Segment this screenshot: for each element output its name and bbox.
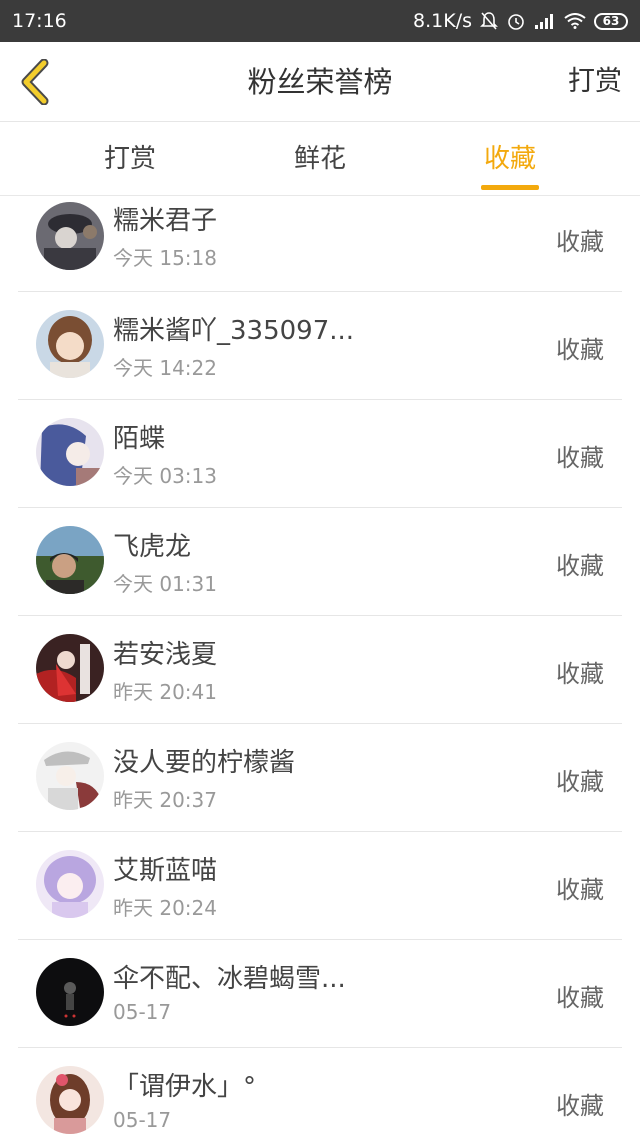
user-name: 没人要的柠檬酱 bbox=[113, 748, 296, 778]
list-item[interactable]: 「谓伊水」° 05-17 收藏 bbox=[18, 1048, 622, 1138]
avatar bbox=[36, 634, 104, 702]
status-icons: 8.1K/s 63 bbox=[413, 10, 628, 32]
user-name: 陌蝶 bbox=[113, 424, 166, 454]
list-item[interactable]: 陌蝶 今天 03:13 收藏 bbox=[18, 400, 622, 508]
status-time: 17:16 bbox=[12, 10, 67, 32]
user-name: 若安浅夏 bbox=[113, 640, 218, 670]
mute-bell-icon bbox=[480, 11, 498, 31]
timestamp: 05-17 bbox=[113, 1000, 172, 1024]
favorite-label: 收藏 bbox=[556, 876, 604, 904]
page-title: 粉丝荣誉榜 bbox=[247, 65, 393, 99]
avatar bbox=[36, 310, 104, 378]
wifi-icon bbox=[564, 13, 586, 29]
top-bar: 粉丝荣誉榜 打赏 bbox=[0, 42, 640, 122]
list-item[interactable]: 伞不配、冰碧蝎雪... 05-17 收藏 bbox=[18, 940, 622, 1048]
tab-flowers[interactable]: 鲜花 bbox=[260, 122, 380, 196]
favorite-label: 收藏 bbox=[556, 552, 604, 580]
battery-icon: 63 bbox=[594, 12, 628, 30]
avatar bbox=[36, 958, 104, 1026]
user-name: 伞不配、冰碧蝎雪... bbox=[113, 964, 346, 994]
list-item[interactable]: 若安浅夏 昨天 20:41 收藏 bbox=[18, 616, 622, 724]
fan-list: 糯米君子 今天 15:18 收藏 糯米酱吖_335097... 今天 14:22… bbox=[0, 196, 640, 1138]
list-item[interactable]: 糯米酱吖_335097... 今天 14:22 收藏 bbox=[18, 292, 622, 400]
avatar bbox=[36, 742, 104, 810]
list-item[interactable]: 没人要的柠檬酱 昨天 20:37 收藏 bbox=[18, 724, 622, 832]
timestamp: 今天 01:31 bbox=[113, 572, 217, 596]
avatar bbox=[36, 202, 104, 270]
chevron-left-icon bbox=[21, 59, 49, 105]
favorite-label: 收藏 bbox=[556, 228, 604, 256]
favorite-label: 收藏 bbox=[556, 660, 604, 688]
timestamp: 昨天 20:37 bbox=[113, 788, 217, 812]
reward-button[interactable]: 打赏 bbox=[568, 42, 622, 122]
favorite-label: 收藏 bbox=[556, 768, 604, 796]
status-bar: 17:16 8.1K/s 63 bbox=[0, 0, 640, 42]
avatar bbox=[36, 526, 104, 594]
user-name: 飞虎龙 bbox=[113, 532, 192, 562]
avatar bbox=[36, 1066, 104, 1134]
user-name: 糯米酱吖_335097... bbox=[113, 316, 355, 346]
back-button[interactable] bbox=[12, 56, 56, 108]
favorite-label: 收藏 bbox=[556, 444, 604, 472]
signal-icon bbox=[534, 13, 556, 29]
list-item[interactable]: 糯米君子 今天 15:18 收藏 bbox=[18, 196, 622, 292]
alarm-icon bbox=[506, 11, 526, 31]
favorite-label: 收藏 bbox=[556, 1092, 604, 1120]
timestamp: 今天 14:22 bbox=[113, 356, 217, 380]
avatar bbox=[36, 418, 104, 486]
network-speed: 8.1K/s bbox=[413, 10, 472, 32]
tab-reward[interactable]: 打赏 bbox=[70, 122, 190, 196]
favorite-label: 收藏 bbox=[556, 336, 604, 364]
avatar bbox=[36, 850, 104, 918]
user-name: 「谓伊水」° bbox=[113, 1072, 257, 1102]
list-item[interactable]: 飞虎龙 今天 01:31 收藏 bbox=[18, 508, 622, 616]
timestamp: 今天 15:18 bbox=[113, 246, 217, 270]
list-item[interactable]: 艾斯蓝喵 昨天 20:24 收藏 bbox=[18, 832, 622, 940]
tab-bar: 打赏 鲜花 收藏 bbox=[0, 122, 640, 196]
user-name: 糯米君子 bbox=[113, 206, 218, 236]
timestamp: 昨天 20:41 bbox=[113, 680, 217, 704]
timestamp: 05-17 bbox=[113, 1108, 172, 1132]
timestamp: 今天 03:13 bbox=[113, 464, 217, 488]
user-name: 艾斯蓝喵 bbox=[113, 856, 218, 886]
favorite-label: 收藏 bbox=[556, 984, 604, 1012]
active-tab-indicator bbox=[481, 185, 539, 190]
timestamp: 昨天 20:24 bbox=[113, 896, 217, 920]
